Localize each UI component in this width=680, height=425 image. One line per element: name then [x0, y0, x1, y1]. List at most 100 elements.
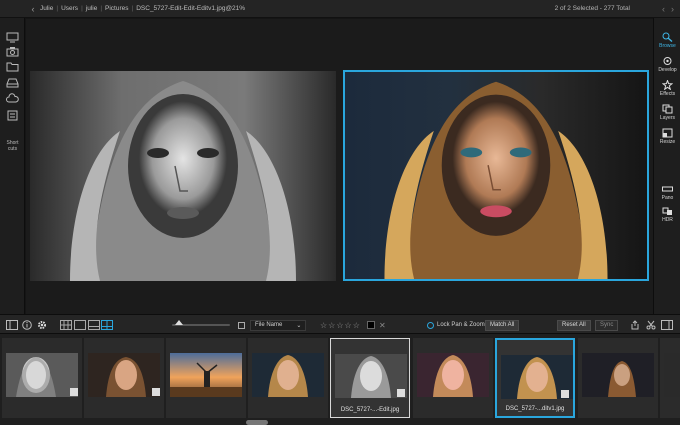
breadcrumb-item[interactable]: julie	[86, 5, 98, 12]
next-icon[interactable]: ›	[671, 4, 674, 14]
drive-icon[interactable]	[5, 77, 20, 88]
filmstrip-thumbnail[interactable]	[413, 338, 493, 418]
lock-radio-icon	[427, 321, 434, 329]
pano-icon	[662, 186, 673, 192]
share-icon[interactable]	[630, 319, 640, 331]
sync-button[interactable]: Sync	[595, 319, 619, 331]
match-all-button[interactable]: Match All	[485, 319, 520, 331]
filmstrip-thumbnail[interactable]	[248, 338, 328, 418]
effects-label: Effects	[659, 91, 676, 97]
resize-icon	[662, 128, 673, 138]
star-rating: ☆ ☆ ☆ ☆ ☆	[320, 319, 360, 331]
folder-icon[interactable]	[5, 61, 20, 72]
browse-module-button[interactable]: Browse	[654, 32, 680, 49]
computer-icon[interactable]	[5, 32, 20, 43]
resize-module-button[interactable]: Resize	[654, 128, 680, 145]
sort-control: File Name ⌄	[238, 319, 307, 331]
camera-icon[interactable]	[5, 46, 20, 57]
nav-buttons: ‹ ›	[662, 4, 674, 14]
breadcrumb-item[interactable]: Pictures	[105, 5, 128, 12]
layers-label: Layers	[659, 115, 675, 121]
pano-label: Pano	[661, 195, 674, 201]
hdr-icon	[662, 207, 672, 215]
thumbnail-image	[582, 353, 654, 397]
app-window: ‹ Julie | Users | julie | Pictures | DSC…	[0, 0, 680, 425]
edited-badge-icon	[70, 388, 78, 396]
shortcuts-icon[interactable]	[5, 110, 20, 121]
browse-icon	[662, 32, 673, 42]
develop-label: Develop	[658, 67, 677, 73]
lock-pan-zoom-toggle[interactable]: Lock Pan & Zoom	[427, 319, 485, 331]
sort-dropdown-value: File Name	[255, 322, 283, 328]
lock-pan-zoom-label: Lock Pan & Zoom	[437, 322, 485, 328]
thumbnail-image	[252, 353, 324, 397]
thumbnail-image	[6, 353, 78, 397]
sort-dropdown[interactable]: File Name ⌄	[250, 319, 307, 331]
reject-x-icon[interactable]: ✕	[379, 321, 386, 330]
filmstrip-view-icon[interactable]	[88, 319, 100, 331]
compare-viewer	[26, 19, 653, 314]
star-icon[interactable]: ☆	[353, 321, 360, 330]
hdr-label: HDR	[662, 217, 673, 223]
thumbnail-image	[664, 353, 680, 397]
color-label-swatch[interactable]	[367, 321, 375, 329]
breadcrumb-item: DSC_5727-Edit-Edit-Editv1.jpg@21%	[136, 5, 246, 12]
settings-gear-icon[interactable]	[37, 319, 47, 331]
breadcrumb-item[interactable]: Julie	[40, 5, 53, 12]
breadcrumb: Julie | Users | julie | Pictures | DSC_5…	[40, 5, 246, 12]
filmstrip-thumbnail-selected[interactable]: DSC_5727-...-Edit.jpg	[330, 338, 410, 418]
thumbnail-image	[417, 353, 489, 397]
star-icon[interactable]: ☆	[345, 321, 352, 330]
effects-icon	[662, 80, 673, 90]
filmstrip-thumbnail[interactable]	[578, 338, 658, 418]
grid-view-icon[interactable]	[60, 319, 72, 331]
compare-view-icon[interactable]	[101, 319, 113, 331]
info-icon[interactable]	[22, 319, 32, 331]
star-icon[interactable]: ☆	[336, 321, 343, 330]
preview-image-color-selected[interactable]	[343, 70, 649, 281]
pano-module-button[interactable]: Pano	[654, 184, 680, 201]
label-control: ✕	[367, 319, 386, 331]
develop-module-button[interactable]: Develop	[654, 56, 680, 73]
thumbnail-filename: DSC_5727-...-Edit.jpg	[340, 407, 400, 413]
filmstrip-thumbnail[interactable]	[2, 338, 82, 418]
filmstrip-thumbnail[interactable]	[84, 338, 164, 418]
hdr-module-button[interactable]: HDR	[654, 206, 680, 223]
thumbnail-filename: DSC_5727-...ditv1.jpg	[505, 406, 565, 412]
edited-badge-icon	[397, 389, 405, 397]
cloud-icon[interactable]	[5, 93, 20, 104]
develop-icon	[663, 57, 672, 65]
filmstrip-scrollbar[interactable]	[246, 420, 268, 425]
star-icon[interactable]: ☆	[328, 321, 335, 330]
preview-image-bw[interactable]	[30, 71, 336, 281]
panel-toggle-icon[interactable]	[6, 319, 18, 331]
resize-label: Resize	[659, 139, 676, 145]
edited-badge-icon	[152, 388, 160, 396]
left-toolbar: Short cuts	[0, 18, 25, 314]
thumbnail-image	[88, 353, 160, 397]
browse-label: Browse	[659, 43, 676, 49]
scissors-icon[interactable]	[646, 319, 656, 331]
filmstrip-thumbnail[interactable]	[166, 338, 246, 418]
chevron-down-icon: ⌄	[296, 322, 302, 329]
filmstrip-thumbnail-partial[interactable]	[660, 338, 680, 418]
top-bar: ‹ Julie | Users | julie | Pictures | DSC…	[0, 0, 680, 18]
slider-handle[interactable]	[175, 320, 183, 325]
panel-right-icon[interactable]	[661, 319, 673, 331]
sort-checkbox[interactable]	[238, 321, 245, 329]
shortcuts-label[interactable]: Short cuts	[2, 140, 23, 152]
previous-icon[interactable]: ‹	[662, 4, 665, 14]
effects-module-button[interactable]: Effects	[654, 80, 680, 97]
filmstrip: DSC_5727-...-Edit.jpg DSC_5727-...ditv1.…	[0, 334, 680, 425]
reset-all-button[interactable]: Reset All	[557, 319, 591, 331]
star-icon[interactable]: ☆	[320, 321, 327, 330]
selection-status: 2 of 2 Selected - 277 Total	[554, 5, 630, 12]
edited-badge-icon	[561, 390, 569, 398]
layers-module-button[interactable]: Layers	[654, 104, 680, 121]
single-view-icon[interactable]	[74, 319, 86, 331]
layers-icon	[662, 104, 673, 114]
back-arrow-icon[interactable]: ‹	[26, 4, 40, 14]
breadcrumb-item[interactable]: Users	[61, 5, 78, 12]
filmstrip-thumbnail-selected[interactable]: DSC_5727-...ditv1.jpg	[495, 338, 575, 418]
right-toolbar: Browse Develop Effects Layers Resize Pan…	[653, 18, 680, 314]
